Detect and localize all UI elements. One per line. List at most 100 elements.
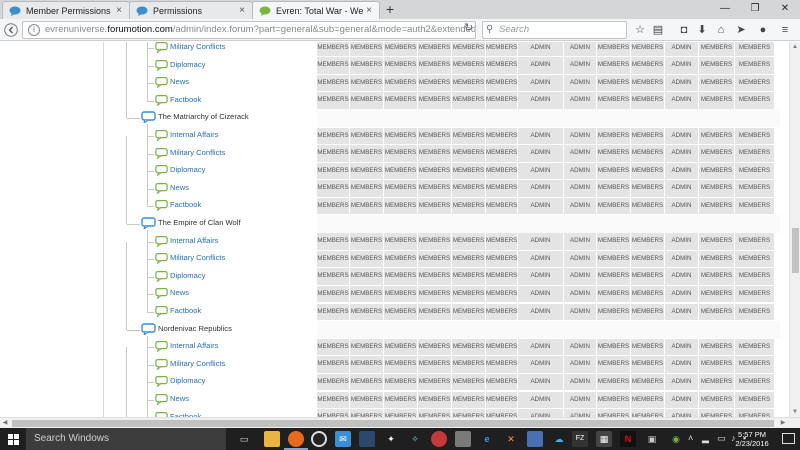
permission-cell[interactable]: ADMIN <box>665 409 699 417</box>
permission-cell[interactable]: MEMBERS <box>384 42 418 57</box>
notification-center-icon[interactable] <box>782 433 795 444</box>
permission-cell[interactable]: MEMBERS <box>418 285 452 303</box>
permission-cell[interactable]: ADMIN <box>564 92 597 109</box>
permission-cell[interactable]: MEMBERS <box>486 197 518 215</box>
permission-cell[interactable]: MEMBERS <box>486 127 518 145</box>
permission-cell[interactable]: MEMBERS <box>418 92 452 109</box>
tab-evren-total-war[interactable]: Evren: Total War - Welco... × <box>252 1 380 19</box>
permission-cell[interactable]: MEMBERS <box>384 127 418 145</box>
permission-cell[interactable]: MEMBERS <box>597 303 631 321</box>
permission-cell[interactable]: MEMBERS <box>452 127 486 145</box>
permission-cell[interactable]: MEMBERS <box>384 197 418 215</box>
permission-cell[interactable]: MEMBERS <box>486 409 518 417</box>
permission-cell[interactable]: MEMBERS <box>597 233 631 250</box>
permission-cell[interactable]: MEMBERS <box>597 268 631 285</box>
permission-cell[interactable]: MEMBERS <box>350 180 384 197</box>
permission-cell[interactable]: ADMIN <box>518 127 564 145</box>
permission-cell[interactable]: MEMBERS <box>350 303 384 321</box>
permission-cell[interactable]: ADMIN <box>564 391 597 409</box>
permission-cell[interactable]: MEMBERS <box>597 57 631 74</box>
permission-cell[interactable]: ADMIN <box>518 391 564 409</box>
site-info-icon[interactable]: i <box>28 24 40 36</box>
permission-cell[interactable]: ADMIN <box>665 162 699 180</box>
permission-cell[interactable]: MEMBERS <box>317 197 350 215</box>
permission-cell[interactable]: MEMBERS <box>631 373 665 391</box>
permission-cell[interactable]: MEMBERS <box>384 409 418 417</box>
permission-cell[interactable]: MEMBERS <box>418 197 452 215</box>
permission-cell[interactable]: ADMIN <box>518 250 564 268</box>
permission-cell[interactable]: MEMBERS <box>486 57 518 74</box>
close-icon[interactable]: × <box>236 5 248 16</box>
permission-cell[interactable]: MEMBERS <box>699 356 735 373</box>
permission-cell[interactable]: ADMIN <box>665 57 699 74</box>
vertical-scrollbar[interactable]: ▲ ▼ <box>789 42 800 417</box>
permission-cell[interactable]: MEMBERS <box>631 180 665 197</box>
permission-cell[interactable]: MEMBERS <box>735 338 775 356</box>
permission-cell[interactable]: ADMIN <box>665 42 699 57</box>
permission-cell[interactable]: MEMBERS <box>452 268 486 285</box>
permission-cell[interactable]: MEMBERS <box>699 145 735 162</box>
permission-cell[interactable]: MEMBERS <box>418 268 452 285</box>
permission-cell[interactable]: MEMBERS <box>317 74 350 92</box>
permission-cell[interactable]: ADMIN <box>665 356 699 373</box>
close-icon[interactable]: × <box>113 5 125 16</box>
permission-cell[interactable]: MEMBERS <box>735 391 775 409</box>
permission-cell[interactable]: ADMIN <box>518 92 564 109</box>
permission-cell[interactable]: MEMBERS <box>350 338 384 356</box>
permission-cell[interactable]: MEMBERS <box>350 127 384 145</box>
app-icon[interactable]: ▣ <box>644 431 660 447</box>
permission-cell[interactable]: MEMBERS <box>486 303 518 321</box>
permission-cell[interactable]: MEMBERS <box>350 356 384 373</box>
download-icon[interactable]: ⬇ <box>694 22 710 38</box>
permission-cell[interactable]: ADMIN <box>518 303 564 321</box>
scroll-down-icon[interactable]: ▼ <box>790 407 800 417</box>
permission-cell[interactable]: MEMBERS <box>452 162 486 180</box>
forum-link[interactable]: News <box>170 77 189 86</box>
red-app-icon[interactable] <box>431 431 447 447</box>
permission-cell[interactable]: MEMBERS <box>486 162 518 180</box>
permission-cell[interactable]: MEMBERS <box>699 162 735 180</box>
reading-list-icon[interactable]: ▤ <box>650 22 666 38</box>
permission-cell[interactable]: MEMBERS <box>631 233 665 250</box>
permission-cell[interactable]: MEMBERS <box>452 92 486 109</box>
forum-link[interactable]: Factbook <box>170 306 201 315</box>
restore-button[interactable]: ❐ <box>740 0 770 19</box>
gray-app-icon[interactable] <box>455 431 471 447</box>
permission-cell[interactable]: MEMBERS <box>631 391 665 409</box>
permission-cell[interactable]: MEMBERS <box>699 303 735 321</box>
permission-cell[interactable]: ADMIN <box>564 409 597 417</box>
permission-cell[interactable]: MEMBERS <box>418 127 452 145</box>
send-icon[interactable]: ➤ <box>733 22 749 38</box>
permission-cell[interactable]: MEMBERS <box>597 338 631 356</box>
permission-cell[interactable]: MEMBERS <box>486 180 518 197</box>
permission-cell[interactable]: MEMBERS <box>699 391 735 409</box>
forum-link[interactable]: Military Conflicts <box>170 148 225 157</box>
permission-cell[interactable]: MEMBERS <box>317 180 350 197</box>
forum-link[interactable]: Military Conflicts <box>170 42 225 51</box>
task-view-icon[interactable]: ▭ <box>236 431 252 447</box>
permission-cell[interactable]: MEMBERS <box>418 356 452 373</box>
permission-cell[interactable]: ADMIN <box>518 180 564 197</box>
permission-cell[interactable]: MEMBERS <box>631 409 665 417</box>
permission-cell[interactable]: MEMBERS <box>699 373 735 391</box>
permission-cell[interactable]: MEMBERS <box>452 338 486 356</box>
permission-cell[interactable]: MEMBERS <box>735 57 775 74</box>
permission-cell[interactable]: MEMBERS <box>486 250 518 268</box>
permission-cell[interactable]: MEMBERS <box>317 409 350 417</box>
permission-cell[interactable]: ADMIN <box>518 57 564 74</box>
permission-cell[interactable]: MEMBERS <box>486 356 518 373</box>
minimize-button[interactable]: — <box>710 0 740 19</box>
permission-cell[interactable]: MEMBERS <box>486 233 518 250</box>
edge-icon[interactable]: e <box>479 431 495 447</box>
forum-link[interactable]: Diplomacy <box>170 271 205 280</box>
permission-cell[interactable]: MEMBERS <box>597 162 631 180</box>
reload-icon[interactable]: ↻ <box>464 21 473 34</box>
permission-cell[interactable]: MEMBERS <box>486 285 518 303</box>
address-bar[interactable]: i evrenuniverse.forumotion.com/admin/ind… <box>22 21 476 39</box>
pocket-icon[interactable]: ◘ <box>676 22 692 38</box>
permission-cell[interactable]: ADMIN <box>665 74 699 92</box>
permission-cell[interactable]: MEMBERS <box>631 162 665 180</box>
permission-cell[interactable]: MEMBERS <box>597 145 631 162</box>
permission-cell[interactable]: MEMBERS <box>452 197 486 215</box>
permission-cell[interactable]: MEMBERS <box>486 74 518 92</box>
